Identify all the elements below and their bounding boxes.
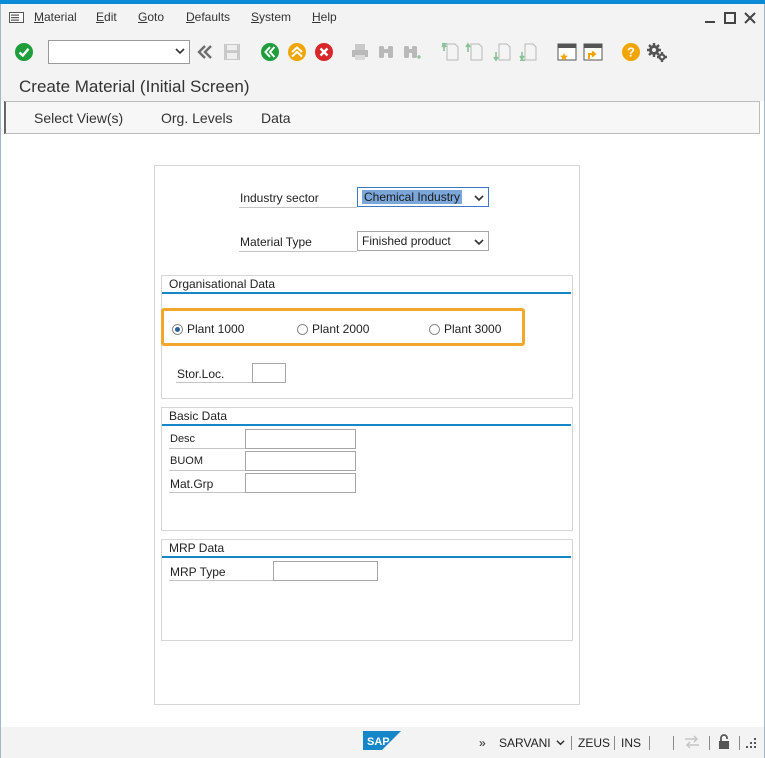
stor-loc-underline bbox=[176, 382, 252, 383]
first-page-icon[interactable] bbox=[439, 41, 461, 63]
material-type-label: Material Type bbox=[240, 235, 312, 249]
menu-material[interactable]: Material bbox=[34, 10, 77, 24]
status-separator bbox=[571, 736, 572, 750]
status-separator bbox=[649, 736, 650, 750]
find-next-icon[interactable] bbox=[401, 41, 423, 63]
back-icon[interactable] bbox=[259, 41, 281, 63]
desc-underline bbox=[169, 448, 245, 449]
status-separator bbox=[739, 736, 740, 750]
resize-grip-icon[interactable] bbox=[745, 737, 757, 749]
find-icon[interactable] bbox=[375, 41, 397, 63]
chevron-down-icon[interactable] bbox=[556, 738, 565, 747]
shortcut-icon[interactable] bbox=[582, 41, 604, 63]
mrp-type-input[interactable] bbox=[273, 561, 378, 581]
menu-edit[interactable]: Edit bbox=[96, 10, 117, 24]
window-border-left bbox=[0, 4, 1, 758]
status-system: ZEUS bbox=[578, 736, 611, 750]
material-type-dropdown[interactable]: Finished product bbox=[357, 231, 489, 251]
command-field[interactable] bbox=[48, 40, 190, 64]
menu-help[interactable]: Help bbox=[312, 10, 337, 24]
mrp-data-group: MRP Data MRP Type bbox=[161, 539, 573, 641]
mat-grp-input[interactable] bbox=[245, 473, 356, 493]
org-levels-button[interactable]: Org. Levels bbox=[161, 110, 233, 126]
industry-sector-value: Chemical Industry bbox=[362, 190, 463, 204]
title-bar: Create Material (Initial Screen) bbox=[1, 73, 764, 101]
buom-input[interactable] bbox=[245, 451, 356, 471]
select-views-button[interactable]: Select View(s) bbox=[34, 110, 123, 126]
desc-input[interactable] bbox=[245, 429, 356, 449]
stor-loc-input[interactable] bbox=[252, 363, 286, 383]
system-toolbar: ? bbox=[1, 31, 764, 73]
app-menu-icon[interactable] bbox=[9, 12, 24, 23]
chevron-down-icon[interactable] bbox=[474, 193, 484, 203]
save-icon[interactable] bbox=[221, 41, 243, 63]
lock-icon[interactable] bbox=[717, 733, 733, 750]
chevron-down-icon[interactable] bbox=[474, 237, 484, 247]
stor-loc-label: Stor.Loc. bbox=[177, 367, 225, 381]
cancel-icon[interactable] bbox=[313, 41, 335, 63]
menu-system[interactable]: System bbox=[251, 10, 291, 24]
status-separator bbox=[673, 736, 674, 750]
menu-bar: Material Edit Goto Defaults System Help bbox=[1, 4, 764, 31]
mat-grp-underline bbox=[169, 492, 245, 493]
back-chevron-icon[interactable] bbox=[194, 41, 216, 63]
maximize-icon[interactable] bbox=[723, 11, 737, 25]
status-bar: SAP » SARVANI ZEUS INS bbox=[1, 727, 764, 758]
new-session-icon[interactable] bbox=[556, 41, 578, 63]
application-toolbar: Select View(s) Org. Levels Data bbox=[4, 101, 760, 134]
print-icon[interactable] bbox=[349, 41, 371, 63]
sap-logo-icon: SAP bbox=[363, 731, 401, 750]
settings-icon[interactable] bbox=[646, 41, 668, 63]
basic-data-group: Basic Data Desc BUOM Mat.Grp bbox=[161, 407, 573, 531]
status-user[interactable]: SARVANI bbox=[499, 736, 551, 750]
basic-data-title: Basic Data bbox=[169, 409, 228, 423]
desc-label: Desc bbox=[170, 433, 196, 445]
connection-icon bbox=[685, 735, 699, 749]
material-type-underline bbox=[239, 251, 357, 252]
industry-sector-underline bbox=[239, 207, 357, 208]
status-separator bbox=[614, 736, 615, 750]
previous-page-icon[interactable] bbox=[463, 41, 485, 63]
exit-icon[interactable] bbox=[286, 41, 308, 63]
industry-sector-label: Industry sector bbox=[240, 191, 319, 205]
status-separator bbox=[709, 736, 710, 750]
close-icon[interactable] bbox=[743, 11, 757, 25]
status-expand-icon[interactable]: » bbox=[479, 736, 486, 750]
svg-text:?: ? bbox=[627, 45, 635, 60]
menu-defaults[interactable]: Defaults bbox=[186, 10, 230, 24]
buom-label: BUOM bbox=[170, 455, 203, 467]
group-rule bbox=[162, 556, 571, 558]
mrp-data-title: MRP Data bbox=[169, 541, 225, 555]
next-page-icon[interactable] bbox=[491, 41, 513, 63]
minimize-icon[interactable] bbox=[703, 11, 717, 25]
status-mode[interactable]: INS bbox=[621, 736, 641, 750]
page-title: Create Material (Initial Screen) bbox=[19, 77, 250, 96]
plant-selection-highlight bbox=[161, 308, 525, 346]
enter-check-icon[interactable] bbox=[13, 41, 35, 63]
industry-sector-dropdown[interactable]: Chemical Industry bbox=[357, 187, 489, 207]
mat-grp-label: Mat.Grp bbox=[170, 477, 214, 491]
last-page-icon[interactable] bbox=[517, 41, 539, 63]
initial-screen-panel: Industry sector Chemical Industry Materi… bbox=[154, 165, 580, 705]
group-rule bbox=[162, 424, 571, 426]
buom-underline bbox=[169, 470, 245, 471]
mrp-type-label: MRP Type bbox=[170, 565, 226, 579]
group-rule bbox=[162, 292, 571, 294]
menu-goto[interactable]: Goto bbox=[138, 10, 164, 24]
data-button[interactable]: Data bbox=[261, 110, 291, 126]
help-icon[interactable]: ? bbox=[620, 41, 642, 63]
mrp-type-underline bbox=[169, 580, 273, 581]
svg-text:SAP: SAP bbox=[367, 736, 390, 748]
material-type-value: Finished product bbox=[362, 234, 451, 248]
chevron-down-icon[interactable] bbox=[175, 46, 185, 56]
organisational-data-title: Organisational Data bbox=[169, 277, 276, 291]
